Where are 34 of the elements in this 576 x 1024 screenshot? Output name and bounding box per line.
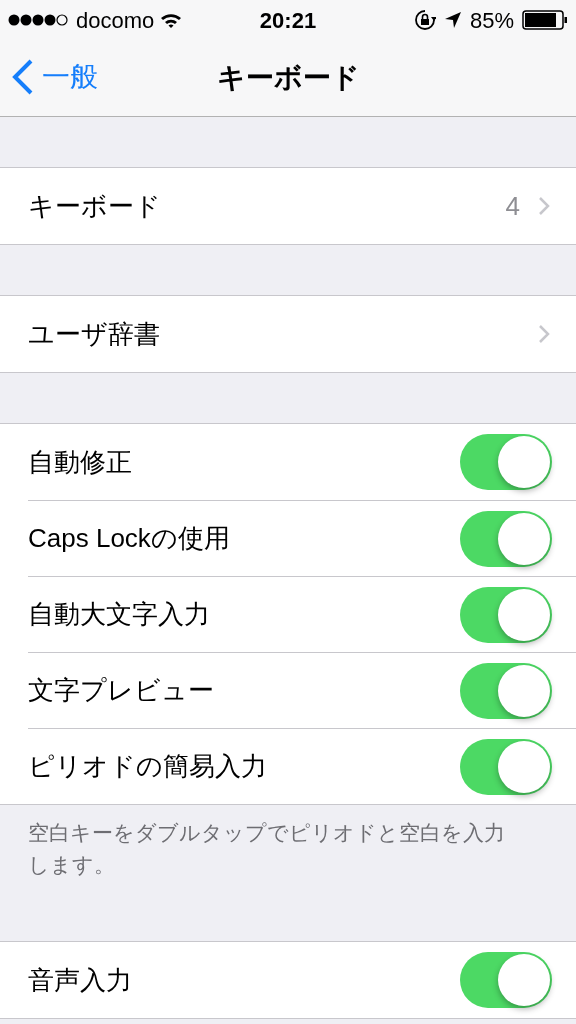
settings-row[interactable]: Caps Lockの使用 [28, 500, 576, 576]
row-label: 自動大文字入力 [28, 598, 211, 631]
back-button[interactable]: 一般 [12, 56, 98, 98]
toggle-switch[interactable] [460, 510, 552, 567]
settings-row[interactable]: 自動大文字入力 [28, 576, 576, 652]
settings-row[interactable]: ピリオドの簡易入力 [28, 728, 576, 804]
row-label: 文字プレビュー [28, 674, 215, 707]
row-label: ユーザ辞書 [28, 317, 161, 351]
chevron-icon [538, 196, 550, 216]
rotation-lock-icon [413, 9, 436, 31]
chevron-icon [538, 324, 550, 344]
row-label: ピリオドの簡易入力 [28, 750, 268, 783]
row-label: キーボード [28, 189, 162, 223]
location-arrow-icon [443, 11, 462, 29]
row-label: Caps Lockの使用 [28, 522, 231, 555]
row-label: 音声入力 [28, 963, 133, 997]
back-chevron-icon [12, 59, 34, 95]
toggle-switch[interactable] [460, 952, 552, 1008]
row-value: 4 [505, 189, 520, 223]
carrier-name: docomo [76, 6, 155, 35]
toggle-switch[interactable] [460, 662, 552, 719]
clock-time: 20:21 [259, 6, 317, 35]
toggle-switch[interactable] [460, 434, 552, 490]
wifi-icon [160, 11, 183, 29]
row-label: 自動修正 [28, 445, 133, 479]
page-title: キーボード [216, 61, 360, 95]
settings-row[interactable]: 文字プレビュー [28, 652, 576, 728]
battery-percentage: 85% [469, 6, 514, 35]
signal-icon [8, 13, 70, 27]
toggle-switch[interactable] [460, 586, 552, 643]
settings-row[interactable]: 自動修正 [28, 424, 576, 500]
battery-icon [522, 10, 568, 30]
section-footer: 空白キーをダブルタップでピリオドと空白を入力します。 [0, 805, 576, 891]
toggle-switch[interactable] [460, 738, 552, 795]
